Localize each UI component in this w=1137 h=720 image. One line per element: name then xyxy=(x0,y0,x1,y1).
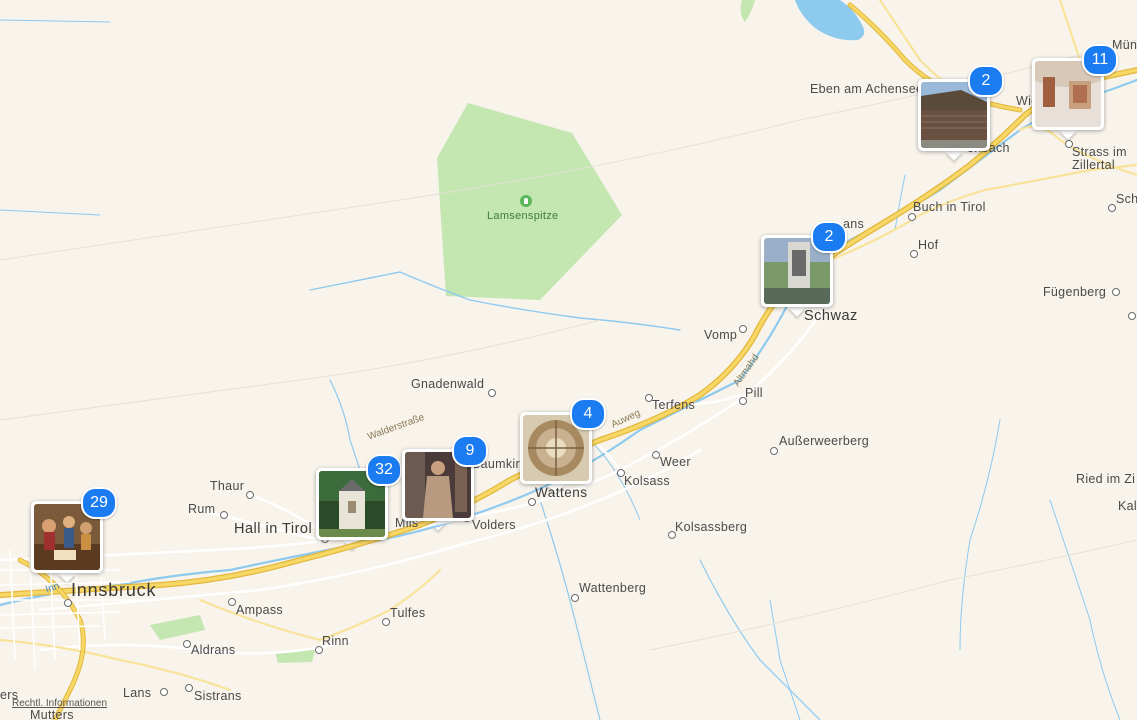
photo-count-badge: 29 xyxy=(81,487,117,519)
place-dot xyxy=(910,250,918,258)
place-dot xyxy=(908,213,916,221)
place-label: Tulfes xyxy=(390,606,426,620)
place-label: Rinn xyxy=(322,634,349,648)
place-label: Eben am Achensee xyxy=(810,82,924,96)
photo-cluster-pin[interactable]: 9 xyxy=(402,435,488,531)
place-label: Thaur xyxy=(210,479,245,493)
place-label: Wattenberg xyxy=(579,581,647,595)
photo-cluster-pin[interactable]: 32 xyxy=(316,454,402,550)
photo-cluster-pin[interactable]: 11 xyxy=(1032,44,1118,140)
place-label: Lans xyxy=(123,686,152,700)
place-label: Strass im xyxy=(1072,145,1127,159)
photo-count-badge: 11 xyxy=(1082,44,1118,76)
place-label: Wattens xyxy=(535,485,588,500)
place-dot xyxy=(228,598,236,606)
place-label: Buch in Tirol xyxy=(913,200,986,214)
place-dot xyxy=(183,640,191,648)
place-dot xyxy=(571,594,579,602)
place-label: Hof xyxy=(918,238,939,252)
place-label: Schwaz xyxy=(804,308,858,324)
photo-count-badge: 32 xyxy=(366,454,402,486)
photo-count-badge: 9 xyxy=(452,435,488,467)
place-label: Außerweerberg xyxy=(779,434,870,448)
place-label: Sch xyxy=(1116,192,1137,206)
place-label: Hall in Tirol xyxy=(234,521,313,537)
place-dot xyxy=(382,618,390,626)
place-label: Vomp xyxy=(704,328,738,342)
place-label: Zillertal xyxy=(1072,158,1115,172)
place-dot xyxy=(1128,312,1136,320)
place-dot xyxy=(488,389,496,397)
place-label: ans xyxy=(843,217,865,231)
place-label: Kal xyxy=(1118,499,1137,513)
place-label: Fügenberg xyxy=(1043,285,1107,299)
photo-count-badge: 2 xyxy=(968,65,1004,97)
photo-count-badge: 2 xyxy=(811,221,847,253)
place-label: Volders xyxy=(472,518,516,532)
map-view[interactable]: Lamsenspitze Walderstraße Auweg Altmahd … xyxy=(0,0,1137,720)
place-label: Kolsassberg xyxy=(675,520,748,534)
park-pin-icon xyxy=(520,195,532,207)
photo-cluster-pin[interactable]: 2 xyxy=(918,65,1004,161)
photo-count-badge: 4 xyxy=(570,398,606,430)
place-label: Rum xyxy=(188,502,216,516)
place-dot xyxy=(220,511,228,519)
place-dot xyxy=(160,688,168,696)
place-dot xyxy=(770,447,778,455)
place-label: Ampass xyxy=(236,603,283,617)
legal-info-link[interactable]: Rechtl. Informationen xyxy=(12,698,107,709)
place-dot xyxy=(1108,204,1116,212)
green-strip xyxy=(740,0,755,22)
place-dot xyxy=(246,491,254,499)
photo-cluster-pin[interactable]: 4 xyxy=(520,398,606,494)
place-label: Weer xyxy=(660,455,691,469)
place-dot xyxy=(739,325,747,333)
place-label: Ried im Zi xyxy=(1076,472,1136,486)
place-label: Innsbruck xyxy=(71,580,157,600)
place-dot xyxy=(185,684,193,692)
park-label: Lamsenspitze xyxy=(487,210,559,222)
place-label: Sistrans xyxy=(194,689,242,703)
place-label: Terfens xyxy=(652,398,696,412)
place-label: Pill xyxy=(745,386,763,400)
place-dot xyxy=(1112,288,1120,296)
green-patch xyxy=(150,615,205,640)
place-label: Aldrans xyxy=(191,643,236,657)
photo-cluster-pin[interactable]: 29 xyxy=(31,487,117,583)
place-label: Mutters xyxy=(30,708,74,720)
place-label: Gnadenwald xyxy=(411,377,485,391)
place-label: Kolsass xyxy=(624,474,670,488)
photo-cluster-pin[interactable]: 2 xyxy=(761,221,847,317)
place-dot xyxy=(652,451,660,459)
